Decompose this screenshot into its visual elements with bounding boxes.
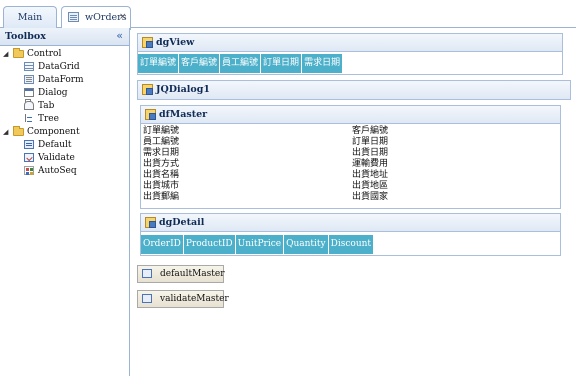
tree-node-label: Component — [27, 127, 80, 137]
dgdetail-column-headers: OrderID ProductID UnitPrice Quantity Dis… — [141, 235, 375, 254]
dgview-panel[interactable]: dgView 訂單編號 客戶編號 員工編號 訂單日期 需求日期 — [137, 33, 563, 75]
tool-item-dataform[interactable]: DataForm — [0, 74, 125, 86]
component-label: validateMaster — [160, 294, 229, 304]
autoseq-icon — [24, 166, 34, 175]
tool-item-label: DataForm — [38, 75, 84, 85]
jqdialog-header: JQDialog1 — [138, 81, 570, 99]
tab-worders[interactable]: wOrders × — [61, 6, 131, 30]
tree-node-control[interactable]: ◢ Control — [0, 48, 125, 60]
form-icon — [68, 12, 79, 22]
dgview-header: dgView — [138, 34, 562, 52]
expand-arrow-icon[interactable]: ◢ — [3, 126, 8, 138]
form-field-label: 員工編號 — [143, 137, 180, 147]
tab-main[interactable]: Main — [3, 6, 57, 29]
folder-icon — [13, 48, 24, 58]
expand-arrow-icon[interactable]: ◢ — [3, 48, 8, 60]
tool-item-default[interactable]: Default — [0, 139, 125, 151]
close-tab-icon[interactable]: × — [119, 7, 127, 28]
column-header[interactable]: 客戶編號 — [179, 54, 221, 73]
tool-item-label: AutoSeq — [38, 166, 77, 176]
dgdetail-panel[interactable]: dgDetail OrderID ProductID UnitPrice Qua… — [140, 213, 561, 256]
tool-item-label: Tab — [38, 101, 55, 111]
component-label: defaultMaster — [160, 269, 225, 279]
jqdialog-title: JQDialog1 — [156, 84, 210, 95]
dfmaster-panel[interactable]: dfMaster 訂單編號 員工編號 需求日期 出貨方式 出貨名稱 出貨城市 出… — [140, 105, 561, 209]
tool-item-dialog[interactable]: Dialog — [0, 87, 125, 99]
form-field-label: 出貨名稱 — [143, 170, 180, 180]
tree-node-label: Control — [27, 49, 62, 59]
dgview-title: dgView — [156, 37, 195, 48]
column-header[interactable]: UnitPrice — [235, 235, 285, 254]
form-field-label: 訂單編號 — [143, 126, 180, 136]
folder-icon — [13, 126, 24, 136]
column-header[interactable]: Quantity — [284, 235, 329, 254]
document-tab-bar: Main wOrders × — [0, 0, 576, 30]
design-canvas: dgView 訂單編號 客戶編號 員工編號 訂單日期 需求日期 JQDialog… — [131, 29, 576, 376]
dialog-icon — [24, 88, 34, 97]
toolbox-title: Toolbox — [5, 31, 46, 42]
default-icon — [142, 269, 152, 278]
form-field-label: 出貨地區 — [352, 181, 389, 191]
form-field-label: 出貨地址 — [352, 170, 389, 180]
form-field-label: 出貨國家 — [352, 192, 389, 202]
column-header[interactable]: 員工編號 — [220, 54, 262, 73]
form-field-label: 出貨日期 — [352, 148, 389, 158]
form-field-label: 運輸費用 — [352, 159, 389, 169]
validate-master-component[interactable]: validateMaster — [137, 290, 229, 308]
default-icon — [24, 140, 34, 149]
tool-item-label: Tree — [38, 114, 59, 124]
tool-item-label: Dialog — [38, 88, 68, 98]
column-header[interactable]: Discount — [328, 235, 375, 254]
dgview-column-headers: 訂單編號 客戶編號 員工編號 訂單日期 需求日期 — [138, 54, 344, 73]
form-field-label: 出貨城市 — [143, 181, 180, 191]
datagrid-icon — [142, 37, 153, 48]
tool-item-datagrid[interactable]: DataGrid — [0, 61, 125, 73]
jqdialog-panel[interactable]: JQDialog1 — [137, 80, 571, 100]
dfmaster-header: dfMaster — [141, 106, 560, 124]
dialog-icon — [142, 84, 153, 95]
dataform-icon — [24, 75, 34, 84]
dfmaster-title: dfMaster — [159, 109, 208, 120]
form-field-label: 出貨方式 — [143, 159, 180, 169]
column-header[interactable]: OrderID — [141, 235, 184, 254]
column-header[interactable]: ProductID — [183, 235, 236, 254]
datagrid-icon — [145, 217, 156, 228]
toolbox-panel: Toolbox « ◢ Control DataGrid DataForm Di… — [0, 28, 130, 376]
column-header[interactable]: 訂單編號 — [138, 54, 180, 73]
tool-item-label: Validate — [38, 153, 75, 163]
tab-main-label: Main — [17, 12, 43, 23]
validate-icon — [24, 153, 34, 162]
tool-item-tree[interactable]: Tree — [0, 113, 125, 125]
tool-item-label: DataGrid — [38, 62, 80, 72]
dataform-icon — [145, 109, 156, 120]
form-field-label: 客戶編號 — [352, 126, 389, 136]
column-header[interactable]: 訂單日期 — [261, 54, 303, 73]
form-field-label: 訂單日期 — [352, 137, 389, 147]
tool-item-label: Default — [38, 140, 72, 150]
tool-item-validate[interactable]: Validate — [0, 152, 125, 164]
collapse-icon[interactable]: « — [116, 29, 123, 42]
dgdetail-header: dgDetail — [141, 214, 560, 232]
datagrid-icon — [24, 62, 34, 71]
validate-icon — [142, 294, 152, 303]
dgdetail-title: dgDetail — [159, 217, 205, 228]
form-field-label: 出貨郵編 — [143, 192, 180, 202]
column-header[interactable]: 需求日期 — [302, 54, 344, 73]
form-field-label: 需求日期 — [143, 148, 180, 158]
tree-icon — [24, 114, 34, 123]
tool-item-autoseq[interactable]: AutoSeq — [0, 165, 125, 177]
tab-icon — [24, 99, 34, 110]
default-master-component[interactable]: defaultMaster — [137, 265, 225, 283]
toolbox-header: Toolbox « — [0, 28, 129, 46]
tree-node-component[interactable]: ◢ Component — [0, 126, 125, 138]
tool-item-tab[interactable]: Tab — [0, 99, 125, 112]
